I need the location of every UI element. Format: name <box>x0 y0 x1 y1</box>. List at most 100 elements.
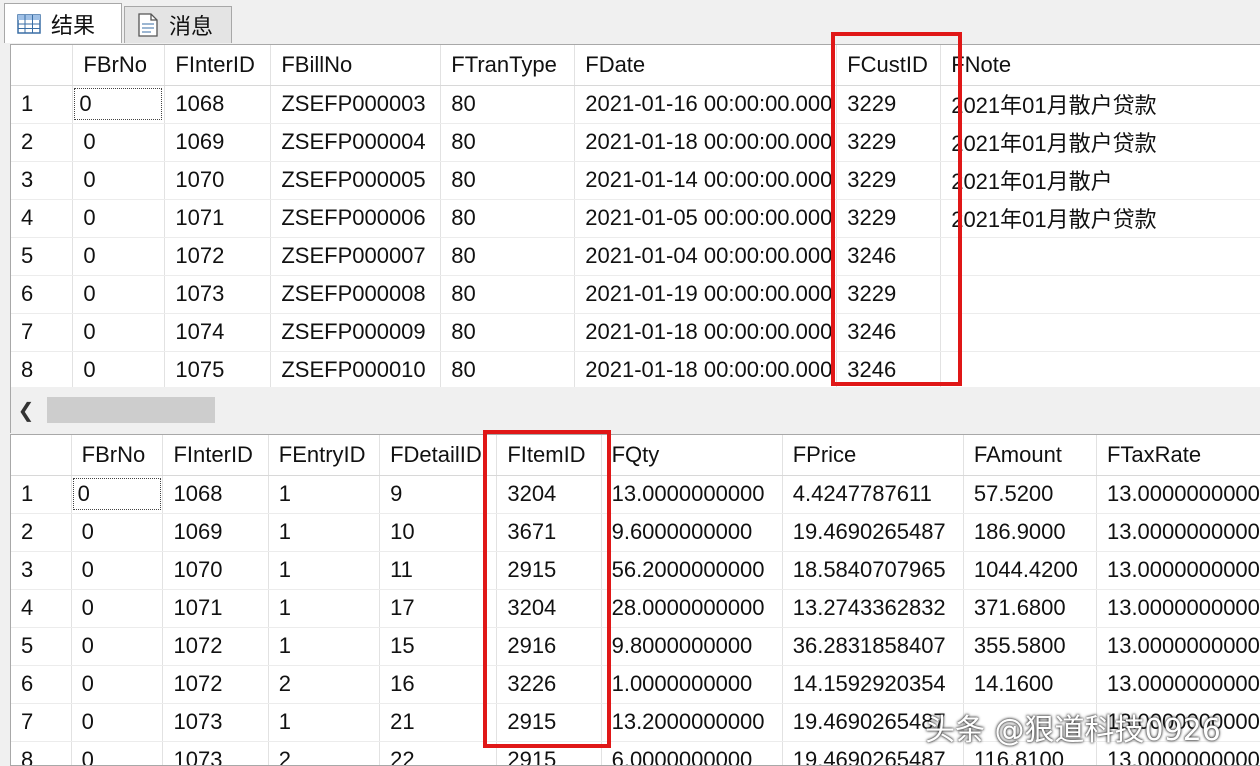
row-number[interactable]: 1 <box>11 85 74 124</box>
table-cell[interactable]: 1073 <box>162 703 269 742</box>
table-cell[interactable]: 2021-01-18 00:00:00.000 <box>574 123 838 162</box>
table-cell[interactable]: 15 <box>379 627 498 666</box>
table-cell[interactable]: 0 <box>71 627 164 666</box>
table-cell[interactable]: 9 <box>379 475 498 514</box>
table-cell[interactable]: ZSEFP000003 <box>270 85 442 124</box>
table-cell[interactable]: 13.0000000000 <box>1096 627 1260 666</box>
table-cell[interactable]: 2021年01月散户 <box>940 161 1260 200</box>
column-header[interactable]: FBrNo <box>71 435 164 476</box>
row-number[interactable]: 2 <box>11 513 72 552</box>
table-cell[interactable]: 80 <box>440 161 576 200</box>
row-number[interactable]: 3 <box>11 551 72 590</box>
table-cell[interactable]: 1 <box>268 627 381 666</box>
table-cell[interactable]: 80 <box>440 85 576 124</box>
table-cell[interactable]: 1070 <box>164 161 272 200</box>
table-cell[interactable]: 4.4247787611 <box>782 475 964 514</box>
row-number[interactable]: 7 <box>11 703 72 742</box>
row-number[interactable]: 7 <box>11 313 74 352</box>
table-cell[interactable]: 2915 <box>496 703 602 742</box>
table-row[interactable]: 5 0 1072 1 15 2916 9.8000000000 36.2831858407 35… <box>11 627 1260 666</box>
table-cell[interactable]: 14.1592920354 <box>782 665 964 704</box>
table-cell[interactable]: 0 <box>72 237 166 276</box>
table-row[interactable]: 2 0 1069 ZSEFP000004 80 2021-01-18 00:00:00.0… <box>11 123 1260 162</box>
table-cell[interactable]: 1 <box>268 513 381 552</box>
scrollbar-thumb[interactable] <box>47 397 215 423</box>
table-row[interactable]: 2 0 1069 1 10 3671 9.6000000000 19.4690265487 18… <box>11 513 1260 552</box>
row-number[interactable]: 3 <box>11 161 74 200</box>
column-header[interactable]: FNote <box>940 45 1260 86</box>
column-header[interactable]: FItemID <box>496 435 602 476</box>
table-cell[interactable]: 3671 <box>496 513 602 552</box>
scroll-left-arrow-icon[interactable]: ❮ <box>11 395 41 425</box>
table-cell[interactable]: 1071 <box>164 199 272 238</box>
table-cell[interactable]: 1068 <box>164 85 272 124</box>
table-cell[interactable] <box>940 237 1260 276</box>
column-header[interactable]: FInterID <box>162 435 269 476</box>
table-row[interactable]: 8 0 1075 ZSEFP000010 80 2021-01-18 00:00:00.0… <box>11 351 1260 388</box>
tab-results[interactable]: 结果 <box>4 3 122 43</box>
table-cell[interactable]: ZSEFP000005 <box>270 161 442 200</box>
column-header[interactable]: FDetailID <box>379 435 498 476</box>
table-cell[interactable]: 3229 <box>836 275 942 314</box>
row-number[interactable]: 8 <box>11 351 74 388</box>
table-cell[interactable]: 1044.4200 <box>963 551 1097 590</box>
table-cell[interactable]: 56.2000000000 <box>601 551 783 590</box>
table-cell[interactable]: 0 <box>72 85 166 124</box>
column-header[interactable]: FTaxRate <box>1096 435 1260 476</box>
table-cell[interactable]: 3246 <box>836 351 942 388</box>
table-cell[interactable]: 13.2743362832 <box>782 589 964 628</box>
table-cell[interactable]: 2021-01-05 00:00:00.000 <box>574 199 838 238</box>
table-row[interactable]: 3 0 1070 1 11 2915 56.2000000000 18.5840707965 1… <box>11 551 1260 590</box>
row-number[interactable]: 1 <box>11 475 72 514</box>
table-cell[interactable]: 3229 <box>836 123 942 162</box>
table-cell[interactable]: 3229 <box>836 199 942 238</box>
table-cell[interactable]: 0 <box>72 123 166 162</box>
row-number[interactable]: 6 <box>11 665 72 704</box>
table-cell[interactable]: 1072 <box>162 627 269 666</box>
table-cell[interactable]: 9.8000000000 <box>601 627 783 666</box>
table-row[interactable]: 4 0 1071 ZSEFP000006 80 2021-01-05 00:00:00.0… <box>11 199 1260 238</box>
table-cell[interactable]: 355.5800 <box>963 627 1097 666</box>
table-cell[interactable]: 1068 <box>162 475 269 514</box>
table-cell[interactable]: 3204 <box>496 589 602 628</box>
table-cell[interactable]: 14.1600 <box>963 665 1097 704</box>
table-cell[interactable]: 1 <box>268 475 381 514</box>
table-cell[interactable] <box>940 313 1260 352</box>
table-cell[interactable]: 2021年01月散户贷款 <box>940 199 1260 238</box>
column-header[interactable]: FBrNo <box>72 45 166 86</box>
table-cell[interactable]: 2021-01-18 00:00:00.000 <box>574 351 838 388</box>
tab-messages[interactable]: 消息 <box>124 6 232 43</box>
column-header[interactable]: FInterID <box>164 45 272 86</box>
table-cell[interactable]: 1 <box>268 703 381 742</box>
table-cell[interactable]: 0 <box>71 513 164 552</box>
column-header[interactable]: FEntryID <box>268 435 381 476</box>
column-header[interactable]: FAmount <box>963 435 1097 476</box>
table-cell[interactable]: 0 <box>72 313 166 352</box>
table-cell[interactable] <box>940 351 1260 388</box>
column-header[interactable]: FTranType <box>440 45 576 86</box>
table-cell[interactable]: 0 <box>72 199 166 238</box>
table-row[interactable]: 5 0 1072 ZSEFP000007 80 2021-01-04 00:00:00.0… <box>11 237 1260 276</box>
table-cell[interactable]: 0 <box>71 589 164 628</box>
table-cell[interactable]: 80 <box>440 275 576 314</box>
row-number[interactable]: 4 <box>11 199 74 238</box>
column-header[interactable]: FBillNo <box>270 45 442 86</box>
table-row[interactable]: 1 0 1068 1 9 3204 13.0000000000 4.4247787611 57.… <box>11 475 1260 514</box>
table-row[interactable]: 4 0 1071 1 17 3204 28.0000000000 13.2743362832 3… <box>11 589 1260 628</box>
table-cell[interactable]: 1070 <box>162 551 269 590</box>
table-cell[interactable]: 2021-01-04 00:00:00.000 <box>574 237 838 276</box>
table-cell[interactable]: 2 <box>268 741 381 765</box>
table-cell[interactable]: ZSEFP000006 <box>270 199 442 238</box>
table-cell[interactable]: 13.0000000000 <box>1096 589 1260 628</box>
table-cell[interactable]: 2021年01月散户贷款 <box>940 123 1260 162</box>
table-cell[interactable]: 1071 <box>162 589 269 628</box>
table-cell[interactable]: 80 <box>440 237 576 276</box>
table-row[interactable]: 3 0 1070 ZSEFP000005 80 2021-01-14 00:00:00.0… <box>11 161 1260 200</box>
table-cell[interactable]: 2021-01-18 00:00:00.000 <box>574 313 838 352</box>
table-cell[interactable]: 11 <box>379 551 498 590</box>
table-cell[interactable]: 13.0000000000 <box>1096 475 1260 514</box>
table-cell[interactable]: 17 <box>379 589 498 628</box>
horizontal-scrollbar[interactable]: ❮ <box>10 387 1260 433</box>
table-cell[interactable]: 1 <box>268 589 381 628</box>
table-cell[interactable]: 16 <box>379 665 498 704</box>
